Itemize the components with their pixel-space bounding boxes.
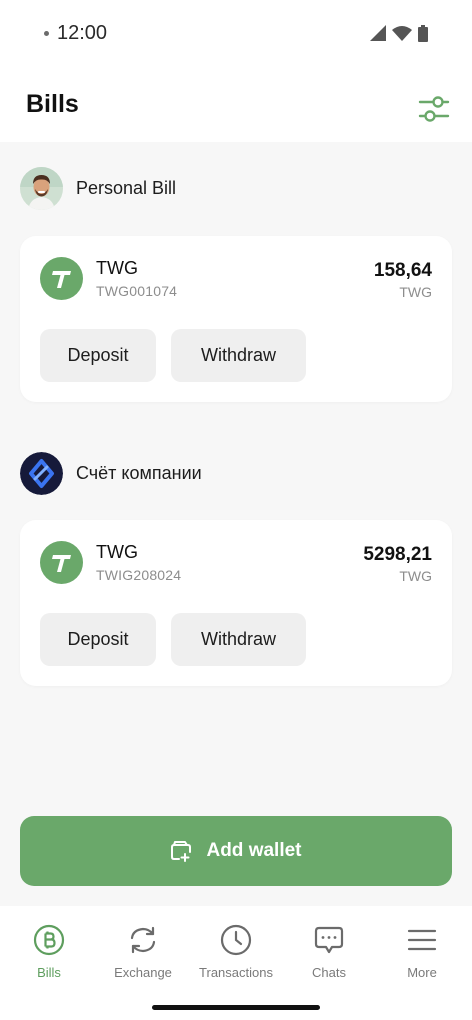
tab-label: Exchange [114, 965, 172, 980]
tab-bills[interactable]: Bills [2, 924, 96, 994]
currency-name: TWG [96, 258, 138, 278]
status-icons [370, 24, 428, 42]
notification-dot-icon [44, 31, 49, 36]
withdraw-button[interactable]: Withdraw [171, 329, 306, 382]
bill-header-company[interactable]: Счёт компании [20, 452, 202, 495]
chat-icon [314, 926, 344, 954]
deposit-button[interactable]: Deposit [40, 329, 156, 382]
balance-currency: TWG [399, 284, 432, 300]
deposit-button[interactable]: Deposit [40, 613, 156, 666]
tab-transactions[interactable]: Transactions [189, 924, 283, 994]
tab-label: Chats [312, 965, 346, 980]
company-logo [20, 452, 63, 495]
add-wallet-label: Add wallet [206, 840, 302, 861]
balance-amount: 158,64 [373, 260, 432, 281]
account-card[interactable]: TWG TWG001074 158,64 TWG Deposit Withdra… [20, 236, 452, 402]
home-indicator[interactable] [152, 1005, 320, 1010]
filter-sliders-icon [418, 96, 450, 122]
withdraw-button[interactable]: Withdraw [171, 613, 306, 666]
twg-coin-icon [40, 541, 83, 584]
bill-header-personal[interactable]: Personal Bill [20, 167, 176, 210]
tab-label: Transactions [199, 965, 273, 980]
bill-name: Счёт компании [76, 463, 202, 483]
page-title: Bills [26, 90, 79, 118]
signal-icon [370, 25, 386, 41]
company-logo-icon [20, 452, 63, 495]
tab-label: More [407, 965, 437, 980]
wifi-icon [392, 26, 412, 41]
account-card[interactable]: TWG TWIG208024 5298,21 TWG Deposit Withd… [20, 520, 452, 686]
bill-name: Personal Bill [76, 178, 177, 198]
account-id: TWIG208024 [96, 567, 182, 583]
avatar [20, 167, 63, 210]
menu-icon [407, 929, 437, 951]
clock-icon [220, 924, 252, 956]
tab-label: Bills [37, 965, 61, 980]
bottom-tab-bar: Bills Exchange Transactions Chats More [0, 906, 472, 1020]
tab-more[interactable]: More [375, 924, 469, 994]
header: Bills [0, 66, 472, 142]
status-bar: 12:00 [0, 0, 472, 66]
status-time: 12:00 [57, 22, 108, 44]
bitcoin-icon [33, 924, 65, 956]
currency-name: TWG [96, 542, 138, 562]
add-wallet-button[interactable]: Add wallet [20, 816, 452, 886]
filter-button[interactable] [418, 94, 450, 124]
tab-chats[interactable]: Chats [282, 924, 376, 994]
add-wallet-icon [171, 841, 192, 862]
battery-icon [418, 24, 428, 42]
balance-currency: TWG [399, 568, 432, 584]
person-avatar-icon [20, 167, 63, 210]
balance-amount: 5298,21 [363, 544, 432, 565]
exchange-icon [130, 926, 156, 954]
twg-coin-icon [40, 257, 83, 300]
account-id: TWG001074 [96, 283, 178, 299]
tab-exchange[interactable]: Exchange [96, 924, 190, 994]
